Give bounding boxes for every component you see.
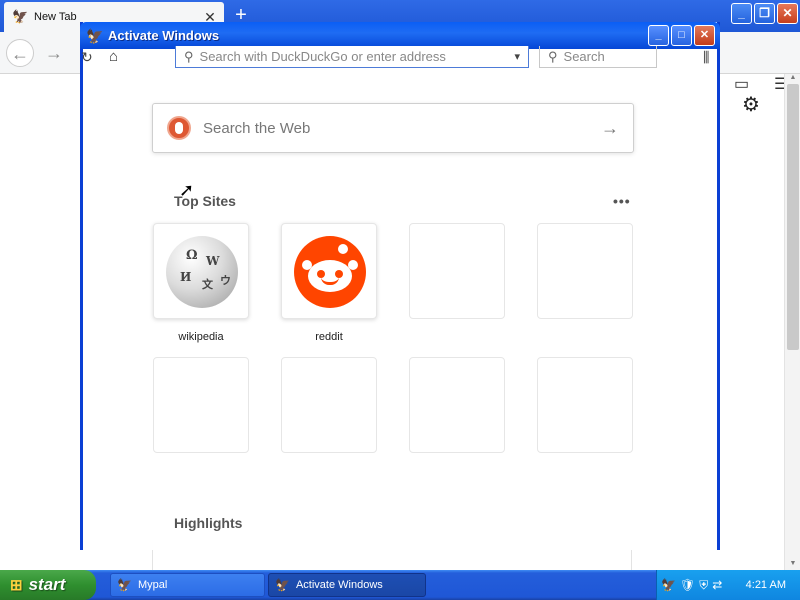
highlights-title: Highlights [174, 515, 243, 531]
taskbar-item-mypal[interactable]: 🦅 Mypal [110, 573, 265, 597]
top-site-empty[interactable] [409, 357, 505, 453]
taskbar: ⊞ start 🦅 Mypal 🦅 Activate Windows 🦅 🛡 ⛨… [0, 570, 800, 600]
dialog-close-button[interactable]: ✕ [694, 25, 715, 46]
top-site-wikipedia[interactable]: Ω W И 文 ウ [153, 223, 249, 319]
scroll-down-icon[interactable]: ▼ [785, 560, 800, 570]
mypal-tray-icon[interactable]: 🦅 [661, 578, 676, 592]
mypal-icon: 🦅 [117, 578, 132, 592]
reddit-icon [294, 236, 366, 308]
top-site-empty[interactable] [537, 223, 633, 319]
new-tab-page: Search the Web → Top Sites ••• Ω W И 文 ウ… [83, 75, 717, 550]
more-options-icon[interactable]: ••• [613, 193, 631, 209]
dialog-titlebar[interactable]: 🦅 Activate Windows _ □ ✕ [80, 22, 720, 49]
chevron-down-icon[interactable]: ▾ [514, 50, 520, 63]
dialog-title: Activate Windows [108, 28, 220, 43]
top-site-empty[interactable] [537, 357, 633, 453]
url-placeholder: Search with DuckDuckGo or enter address [199, 49, 446, 64]
search-icon: ⚲ [184, 48, 194, 64]
security-alert-icon[interactable]: ⛨ [699, 578, 708, 593]
scroll-up-icon[interactable]: ▲ [785, 74, 800, 84]
top-site-empty[interactable] [153, 357, 249, 453]
gear-icon[interactable]: ⚙ [742, 92, 760, 117]
top-site-empty[interactable] [281, 357, 377, 453]
search-placeholder: Search [563, 49, 605, 64]
browser-restore-button[interactable]: ❐ [754, 3, 775, 24]
top-site-empty[interactable] [409, 223, 505, 319]
clock: 4:21 AM [745, 579, 786, 591]
library-icon[interactable]: ⫼ [703, 49, 709, 66]
network-icon[interactable]: ⇄ [712, 578, 722, 592]
arrow-right-icon[interactable]: → [601, 118, 619, 139]
web-search-placeholder: Search the Web [203, 119, 311, 137]
url-bar[interactable]: ⚲ Search with DuckDuckGo or enter addres… [175, 46, 529, 68]
mypal-icon: 🦅 [12, 9, 29, 24]
reload-icon[interactable]: ↻ [81, 49, 93, 66]
dialog-maximize-button[interactable]: □ [671, 25, 692, 46]
top-site-label: wikipedia [178, 331, 224, 343]
start-label: start [28, 575, 66, 594]
web-search-box[interactable]: Search the Web → [152, 103, 634, 153]
windows-flag-icon: ⊞ [10, 577, 23, 594]
scrollbar[interactable]: ▲ ▼ [784, 74, 800, 570]
dialog-minimize-button[interactable]: _ [648, 25, 669, 46]
sidebar-icon[interactable]: ▭ [734, 74, 749, 94]
taskbar-item-activate-windows[interactable]: 🦅 Activate Windows [268, 573, 426, 597]
back-button[interactable]: ← [6, 39, 34, 67]
wikipedia-icon: Ω W И 文 ウ [166, 236, 238, 308]
system-tray: 🦅 🛡 ⛨ ⇄ 4:21 AM [656, 570, 800, 600]
taskbar-item-label: Mypal [137, 579, 168, 591]
search-bar[interactable]: ⚲ Search [539, 46, 657, 68]
browser-close-button[interactable]: ✕ [777, 3, 798, 24]
mypal-icon: 🦅 [86, 27, 104, 44]
start-button[interactable]: ⊞ start [0, 570, 96, 600]
forward-button[interactable]: → [40, 39, 68, 67]
search-icon: ⚲ [548, 48, 558, 64]
home-icon[interactable]: ⌂ [109, 48, 118, 65]
shield-icon[interactable]: 🛡 [680, 578, 695, 592]
top-site-label: reddit [315, 331, 343, 343]
duckduckgo-icon [167, 116, 191, 140]
dialog-toolbar: ↻ ⌂ ⚲ Search with DuckDuckGo or enter ad… [81, 46, 717, 75]
mypal-icon: 🦅 [275, 578, 290, 592]
taskbar-item-label: Activate Windows [295, 579, 383, 591]
content-edge [152, 550, 632, 570]
activate-windows-dialog: 🦅 Activate Windows _ □ ✕ ↻ ⌂ ⚲ Search wi… [80, 22, 720, 550]
top-site-reddit[interactable] [281, 223, 377, 319]
scrollbar-thumb[interactable] [787, 84, 799, 350]
mouse-cursor-icon: ➚ [179, 180, 195, 200]
browser-minimize-button[interactable]: _ [731, 3, 752, 24]
